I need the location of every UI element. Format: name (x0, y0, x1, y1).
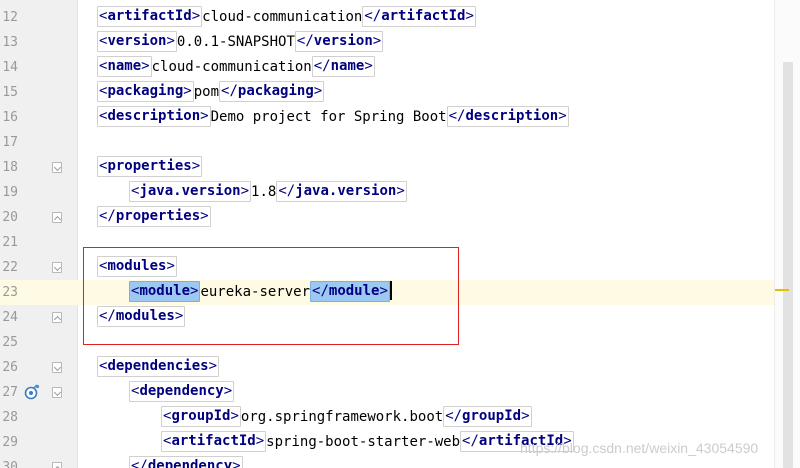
line-number: 20 (2, 210, 18, 225)
xml-open-tag: <dependency> (129, 381, 235, 402)
code-line[interactable]: 20 </properties> (0, 205, 800, 230)
xml-close-tag: </artifactId> (362, 6, 476, 27)
code-text: <name> cloud-communication </name> (97, 55, 375, 80)
code-line[interactable]: 13 <version> 0.0.1-SNAPSHOT </version> (0, 30, 800, 55)
code-text: <properties> (97, 155, 203, 180)
code-line[interactable]: 19 <java.version> 1.8 </java.version> (0, 180, 800, 205)
xml-open-tag: <groupId> (161, 406, 241, 427)
code-line[interactable]: 16 <description> Demo project for Spring B… (0, 105, 800, 130)
xml-close-tag: </packaging> (219, 81, 325, 102)
xml-close-tag: </description> (446, 106, 569, 127)
fold-close-icon[interactable] (52, 212, 62, 223)
code-text: <artifactId> cloud-communication </artifac… (97, 5, 476, 30)
xml-close-tag: </version> (294, 31, 384, 52)
line-number: 25 (2, 335, 18, 350)
scrollbar-thumb[interactable] (783, 62, 793, 468)
xml-text-value: pom (193, 84, 220, 100)
code-line[interactable]: 14 <name> cloud-communication </name> (0, 55, 800, 80)
xml-close-tag: </java.version> (276, 181, 407, 202)
xml-text-value: cloud-communication (151, 59, 312, 75)
code-text: </dependency> (129, 455, 243, 468)
xml-text-value: Demo project for Spring Boot (210, 109, 447, 125)
code-text: <description> Demo project for Spring Boo… (97, 105, 569, 130)
code-text: <packaging> pom </packaging> (97, 80, 325, 105)
line-number: 24 (2, 310, 18, 325)
code-text: </properties> (97, 205, 211, 230)
fold-open-icon[interactable] (52, 362, 62, 373)
code-line[interactable]: 27 <dependency> (0, 380, 800, 405)
line-number: 26 (2, 360, 18, 375)
fold-open-icon[interactable] (52, 387, 62, 398)
code-line[interactable]: 15 <packaging> pom </packaging> (0, 80, 800, 105)
code-editor[interactable]: 12 <artifactId> cloud-communication </artif… (0, 0, 800, 468)
xml-open-tag: <artifactId> (97, 6, 203, 27)
xml-close-tag: </groupId> (443, 406, 532, 427)
code-text: <groupId> org.springframework.boot </group… (161, 405, 532, 430)
vertical-scrollbar[interactable] (774, 0, 800, 468)
line-number: 21 (2, 235, 18, 250)
xml-text-value: cloud-communication (202, 9, 363, 25)
xml-text-value: 1.8 (251, 184, 277, 200)
code-text: <dependencies> (97, 355, 220, 380)
xml-open-tag: <description> (97, 106, 211, 127)
line-number: 27 (2, 385, 18, 400)
xml-open-tag: <dependencies> (97, 356, 220, 377)
annotation-highlight-box (83, 247, 459, 345)
line-number: 22 (2, 260, 18, 275)
xml-open-tag: <artifactId> (161, 431, 267, 452)
xml-close-tag: </name> (311, 56, 375, 77)
line-number: 29 (2, 435, 18, 450)
code-text: <dependency> (129, 380, 235, 405)
line-number: 15 (2, 85, 18, 100)
code-text: <java.version> 1.8 </java.version> (129, 180, 407, 205)
xml-open-tag: <name> (97, 56, 152, 77)
line-number: 18 (2, 160, 18, 175)
xml-open-tag: <properties> (97, 156, 203, 177)
xml-open-tag: <packaging> (97, 81, 194, 102)
line-number: 14 (2, 60, 18, 75)
code-line[interactable]: 18 <properties> (0, 155, 800, 180)
xml-close-tag: </properties> (97, 206, 211, 227)
fold-open-icon[interactable] (52, 162, 62, 173)
line-number: 23 (2, 285, 18, 300)
line-number: 19 (2, 185, 18, 200)
watermark: https://blog.csdn.net/weixin_43054590 (520, 440, 759, 456)
xml-text-value: spring-boot-starter-web (266, 434, 461, 450)
xml-open-tag: <version> (97, 31, 177, 52)
line-number: 12 (2, 10, 18, 25)
code-text: <version> 0.0.1-SNAPSHOT </version> (97, 30, 384, 55)
current-line-marker (775, 289, 789, 291)
code-line[interactable]: 26 <dependencies> (0, 355, 800, 380)
code-line[interactable]: 30 </dependency> (0, 455, 800, 468)
fold-open-icon[interactable] (52, 262, 62, 273)
code-line[interactable]: 12 <artifactId> cloud-communication </artif… (0, 5, 800, 30)
xml-open-tag: <java.version> (129, 181, 252, 202)
spring-bean-icon[interactable] (24, 384, 40, 400)
fold-close-icon[interactable] (52, 462, 62, 468)
line-number: 17 (2, 135, 18, 150)
xml-close-tag: </dependency> (129, 456, 243, 468)
code-text: <artifactId> spring-boot-starter-web </art… (161, 430, 574, 455)
xml-text-value: 0.0.1-SNAPSHOT (176, 34, 295, 50)
code-line[interactable]: 17 (0, 130, 800, 155)
code-line[interactable]: 28 <groupId> org.springframework.boot </gro… (0, 405, 800, 430)
line-number: 16 (2, 110, 18, 125)
fold-close-icon[interactable] (52, 312, 62, 323)
xml-text-value: org.springframework.boot (240, 409, 444, 425)
line-number: 13 (2, 35, 18, 50)
line-number: 30 (2, 460, 18, 468)
line-number: 28 (2, 410, 18, 425)
